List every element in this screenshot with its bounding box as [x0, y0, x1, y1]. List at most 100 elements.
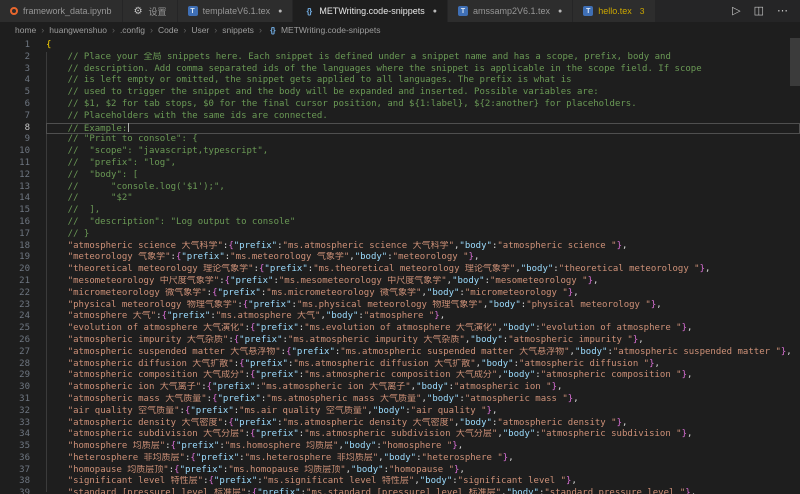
code-line[interactable]: 8 // Example:	[0, 123, 800, 135]
code-line[interactable]: 12 // "body": [	[0, 170, 800, 182]
code-line[interactable]: 5 // used to trigger the snippet and the…	[0, 87, 800, 99]
code-content: // is left empty or omitted, the snippet…	[46, 75, 800, 87]
breadcrumb-item[interactable]: .config	[120, 25, 145, 35]
code-content: "atmospheric composition 大气成分":{"prefix"…	[46, 370, 800, 382]
code-line[interactable]: 26 "atmospheric impurity 大气杂质":{"prefix"…	[0, 335, 800, 347]
code-content: "theoretical meteorology 理论气象学":{"prefix…	[46, 264, 800, 276]
code-content: // "console.log('$1');",	[46, 182, 800, 194]
code-line[interactable]: 25 "evolution of atmosphere 大气演化":{"pref…	[0, 323, 800, 335]
code-line[interactable]: 4 // is left empty or omitted, the snipp…	[0, 75, 800, 87]
modified-indicator[interactable]: ●	[558, 8, 562, 15]
code-line[interactable]: 9 // "Print to console": {	[0, 134, 800, 146]
code-line[interactable]: 15 // ],	[0, 205, 800, 217]
code-line[interactable]: 24 "atmosphere 大气":{"prefix":"ms.atmosph…	[0, 311, 800, 323]
code-line[interactable]: 30 "atmospheric ion 大气离子":{"prefix":"ms.…	[0, 382, 800, 394]
tab-bar-tabs: framework_data.ipynb 设置templateV6.1.tex●M…	[0, 0, 656, 22]
editor[interactable]: 1{2 // Place your 全局 snippets here. Each…	[0, 38, 800, 494]
tab-amssamp2V6.1.tex[interactable]: amssamp2V6.1.tex ●	[448, 0, 573, 22]
code-content: "evolution of atmosphere 大气演化":{"prefix"…	[46, 323, 800, 335]
breadcrumb-label: Code	[158, 25, 178, 35]
code-content: // "body": [	[46, 170, 800, 182]
code-line[interactable]: 13 // "console.log('$1');",	[0, 182, 800, 194]
code-content: "mesometeorology 中尺度气象学":{"prefix":"ms.m…	[46, 276, 800, 288]
line-number: 3	[0, 64, 30, 76]
breadcrumb-item[interactable]: home	[15, 25, 36, 35]
code-line[interactable]: 18 "atmospheric science 大气科学":{"prefix":…	[0, 241, 800, 253]
code-line[interactable]: 31 "atmospheric mass 大气质量":{"prefix":"ms…	[0, 394, 800, 406]
code-line[interactable]: 37 "homopause 均质层顶":{"prefix":"ms.homopa…	[0, 465, 800, 477]
code-line[interactable]: 3 // description. Add comma separated id…	[0, 64, 800, 76]
code-line[interactable]: 38 "significant level 特性层":{"prefix":"ms…	[0, 476, 800, 488]
code-content: "atmospheric suspended matter 大气悬浮物":{"p…	[46, 347, 800, 359]
code-content: "air quality 空气质量":{"prefix":"ms.air qua…	[46, 406, 800, 418]
code-line[interactable]: 23 "physical meteorology 物理气象学":{"prefix…	[0, 300, 800, 312]
breadcrumb-item[interactable]: snippets	[222, 25, 254, 35]
scrollbar-thumb[interactable]	[790, 38, 800, 86]
tex-icon	[458, 6, 468, 16]
line-number: 17	[0, 229, 30, 241]
code-line[interactable]: 33 "atmospheric density 大气密度":{"prefix":…	[0, 418, 800, 430]
code-line[interactable]: 16 // "description": "Log output to cons…	[0, 217, 800, 229]
code-line[interactable]: 29 "atmospheric composition 大气成分":{"pref…	[0, 370, 800, 382]
code-line[interactable]: 7 // Placeholders with the same ids are …	[0, 111, 800, 123]
code-line[interactable]: 1{	[0, 40, 800, 52]
line-number: 15	[0, 205, 30, 217]
code-line[interactable]: 28 "atmospheric diffusion 大气扩散":{"prefix…	[0, 359, 800, 371]
line-number: 1	[0, 40, 30, 52]
code-line[interactable]: 32 "air quality 空气质量":{"prefix":"ms.air …	[0, 406, 800, 418]
run-button[interactable]: ▷	[732, 0, 740, 22]
notebook-icon	[10, 7, 18, 15]
code-content: // Placeholders with the same ids are co…	[46, 111, 800, 123]
code-line[interactable]: 35 "homosphere 均质层":{"prefix":"ms.homosp…	[0, 441, 800, 453]
code-content: // description. Add comma separated ids …	[46, 64, 800, 76]
code-line[interactable]: 11 // "prefix": "log",	[0, 158, 800, 170]
code-line[interactable]: 21 "mesometeorology 中尺度气象学":{"prefix":"m…	[0, 276, 800, 288]
tab-templateV6.1.tex[interactable]: templateV6.1.tex●	[178, 0, 294, 22]
tab-framework_data.ipynb[interactable]: framework_data.ipynb	[0, 0, 123, 22]
snippets-icon	[267, 25, 278, 36]
code-line[interactable]: 14 // "$2"	[0, 193, 800, 205]
modified-indicator[interactable]: ●	[278, 8, 282, 15]
code-line[interactable]: 36 "heterosphere 非均质层":{"prefix":"ms.het…	[0, 453, 800, 465]
breadcrumb-item[interactable]: METWriting.code-snippets	[267, 25, 381, 36]
line-number: 35	[0, 441, 30, 453]
breadcrumb-item[interactable]: huangwenshuo	[49, 25, 107, 35]
code-content: {	[46, 40, 800, 52]
code-content: "atmosphere 大气":{"prefix":"ms.atmosphere…	[46, 311, 800, 323]
tab-label: amssamp2V6.1.tex	[473, 6, 550, 16]
code-content: // "$2"	[46, 193, 800, 205]
code-line[interactable]: 22 "micrometeorology 微气象学":{"prefix":"ms…	[0, 288, 800, 300]
tab-hello.tex[interactable]: hello.tex3	[573, 0, 655, 22]
split-editor-button[interactable]: ◫	[754, 0, 764, 22]
line-number: 9	[0, 134, 30, 146]
code-content: "standard [pressure] level 标准层":{"prefix…	[46, 488, 800, 494]
line-number: 16	[0, 217, 30, 229]
code-line[interactable]: 10 // "scope": "javascript,typescript",	[0, 146, 800, 158]
tab-label: framework_data.ipynb	[23, 6, 112, 16]
line-number: 24	[0, 311, 30, 323]
code-line[interactable]: 20 "theoretical meteorology 理论气象学":{"pre…	[0, 264, 800, 276]
breadcrumb-item[interactable]: Code	[158, 25, 178, 35]
code-line[interactable]: 19 "meteorology 气象学":{"prefix":"ms.meteo…	[0, 252, 800, 264]
code-line[interactable]: 6 // $1, $2 for tab stops, $0 for the fi…	[0, 99, 800, 111]
code-line[interactable]: 34 "atmospheric subdivision 大气分层":{"pref…	[0, 429, 800, 441]
code-content: // "Print to console": {	[46, 134, 800, 146]
breadcrumb-separator: ›	[112, 25, 115, 35]
tab-METWriting.code-snippets[interactable]: METWriting.code-snippets●	[293, 0, 448, 22]
code-content: "homosphere 均质层":{"prefix":"ms.homospher…	[46, 441, 800, 453]
line-number: 18	[0, 241, 30, 253]
code-line[interactable]: 39 "standard [pressure] level 标准层":{"pre…	[0, 488, 800, 494]
tab-设置[interactable]: 设置	[123, 0, 178, 22]
line-number: 29	[0, 370, 30, 382]
modified-indicator[interactable]: ●	[433, 8, 437, 15]
breadcrumb-item[interactable]: User	[191, 25, 209, 35]
code-line[interactable]: 2 // Place your 全局 snippets here. Each s…	[0, 52, 800, 64]
breadcrumb-label: huangwenshuo	[49, 25, 107, 35]
code-line[interactable]: 17 // }	[0, 229, 800, 241]
code-content: "atmospheric subdivision 大气分层":{"prefix"…	[46, 429, 800, 441]
code-line[interactable]: 27 "atmospheric suspended matter 大气悬浮物":…	[0, 347, 800, 359]
code-content: "micrometeorology 微气象学":{"prefix":"ms.mi…	[46, 288, 800, 300]
line-number: 26	[0, 335, 30, 347]
code-content: // Place your 全局 snippets here. Each sni…	[46, 52, 800, 64]
more-actions-button[interactable]: ⋯	[777, 0, 788, 22]
